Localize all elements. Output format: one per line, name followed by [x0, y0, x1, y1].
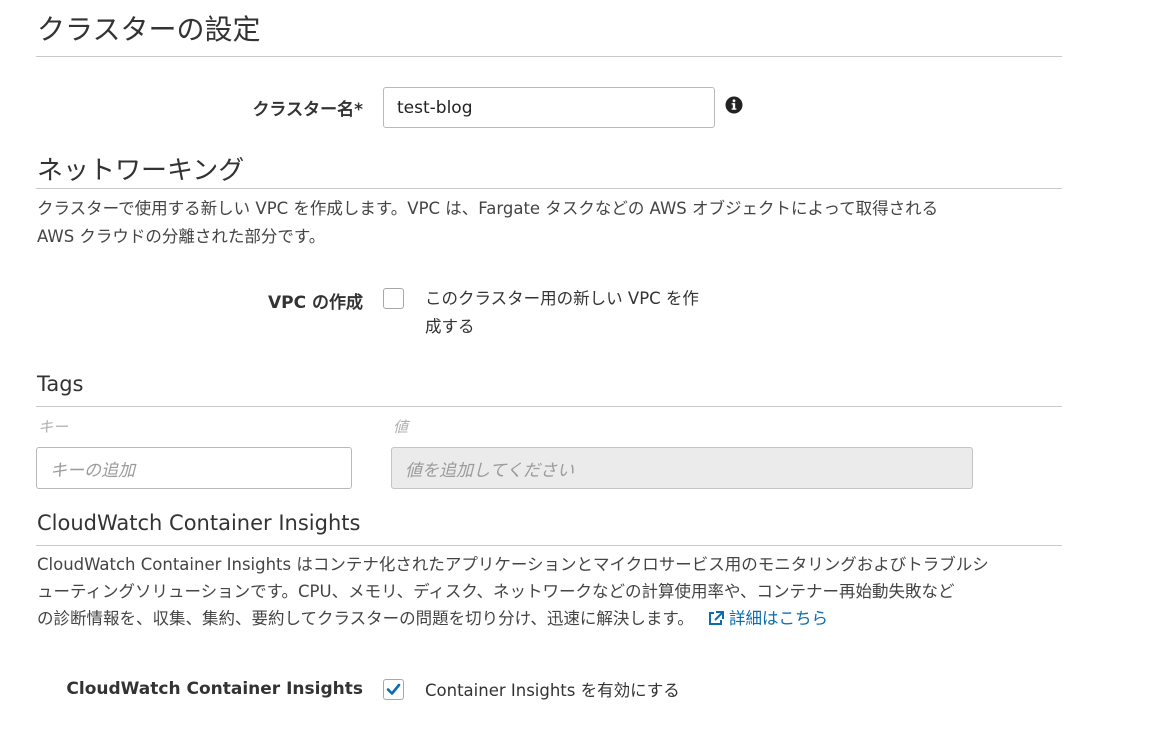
tag-key-input[interactable]: キーの追加 [36, 447, 352, 489]
container-insights-description-text: の診断情報を、収集、集約、要約してクラスターの問題を切り分け、迅速に解決します。 [37, 609, 694, 628]
checkmark-icon [386, 683, 401, 695]
vpc-create-checkbox[interactable] [383, 288, 404, 309]
divider [36, 406, 1062, 407]
learn-more-link-text[interactable]: 詳細はこちら [729, 609, 828, 628]
container-insights-description-line2: ューティングソリューションです。CPU、メモリ、ディスク、ネットワークなどの計算… [37, 582, 955, 601]
tags-title: Tags [37, 372, 84, 396]
container-insights-description-line3: の診断情報を、収集、集約、要約してクラスターの問題を切り分け、迅速に解決します。… [37, 605, 828, 635]
divider [36, 188, 1062, 189]
divider [36, 545, 1062, 546]
container-insights-field-label: CloudWatch Container Insights [66, 679, 363, 699]
cluster-settings-title: クラスターの設定 [37, 13, 261, 46]
container-insights-title: CloudWatch Container Insights [37, 511, 361, 535]
networking-title: ネットワーキング [37, 156, 245, 186]
container-insights-checkbox[interactable] [383, 679, 404, 700]
cluster-name-label: クラスター名* [252, 100, 363, 120]
vpc-create-label: VPC の作成 [267, 293, 363, 313]
container-insights-description-line1: CloudWatch Container Insights はコンテナ化されたア… [37, 555, 989, 574]
tags-key-header: キー [38, 418, 69, 436]
networking-description-line1: クラスターで使用する新しい VPC を作成します。VPC は、Fargate タ… [37, 199, 939, 218]
container-insights-checkbox-text[interactable]: Container Insights を有効にする [425, 677, 680, 701]
info-circle-icon[interactable] [725, 96, 743, 114]
learn-more-link[interactable]: 詳細はこちら [707, 609, 828, 628]
vpc-create-option-line2: 成する [425, 317, 475, 336]
networking-description-line2: AWS クラウドの分離された部分です。 [37, 227, 326, 246]
cluster-name-input[interactable]: test-blog [383, 87, 715, 128]
external-link-icon [707, 607, 725, 635]
vpc-create-option-line1: このクラスター用の新しい VPC を作 [425, 289, 699, 308]
tags-value-header: 値 [393, 418, 409, 436]
tag-value-input: 値を追加してください [391, 447, 973, 489]
vpc-create-option-text[interactable]: このクラスター用の新しい VPC を作 成する [425, 285, 699, 341]
divider [36, 56, 1062, 57]
